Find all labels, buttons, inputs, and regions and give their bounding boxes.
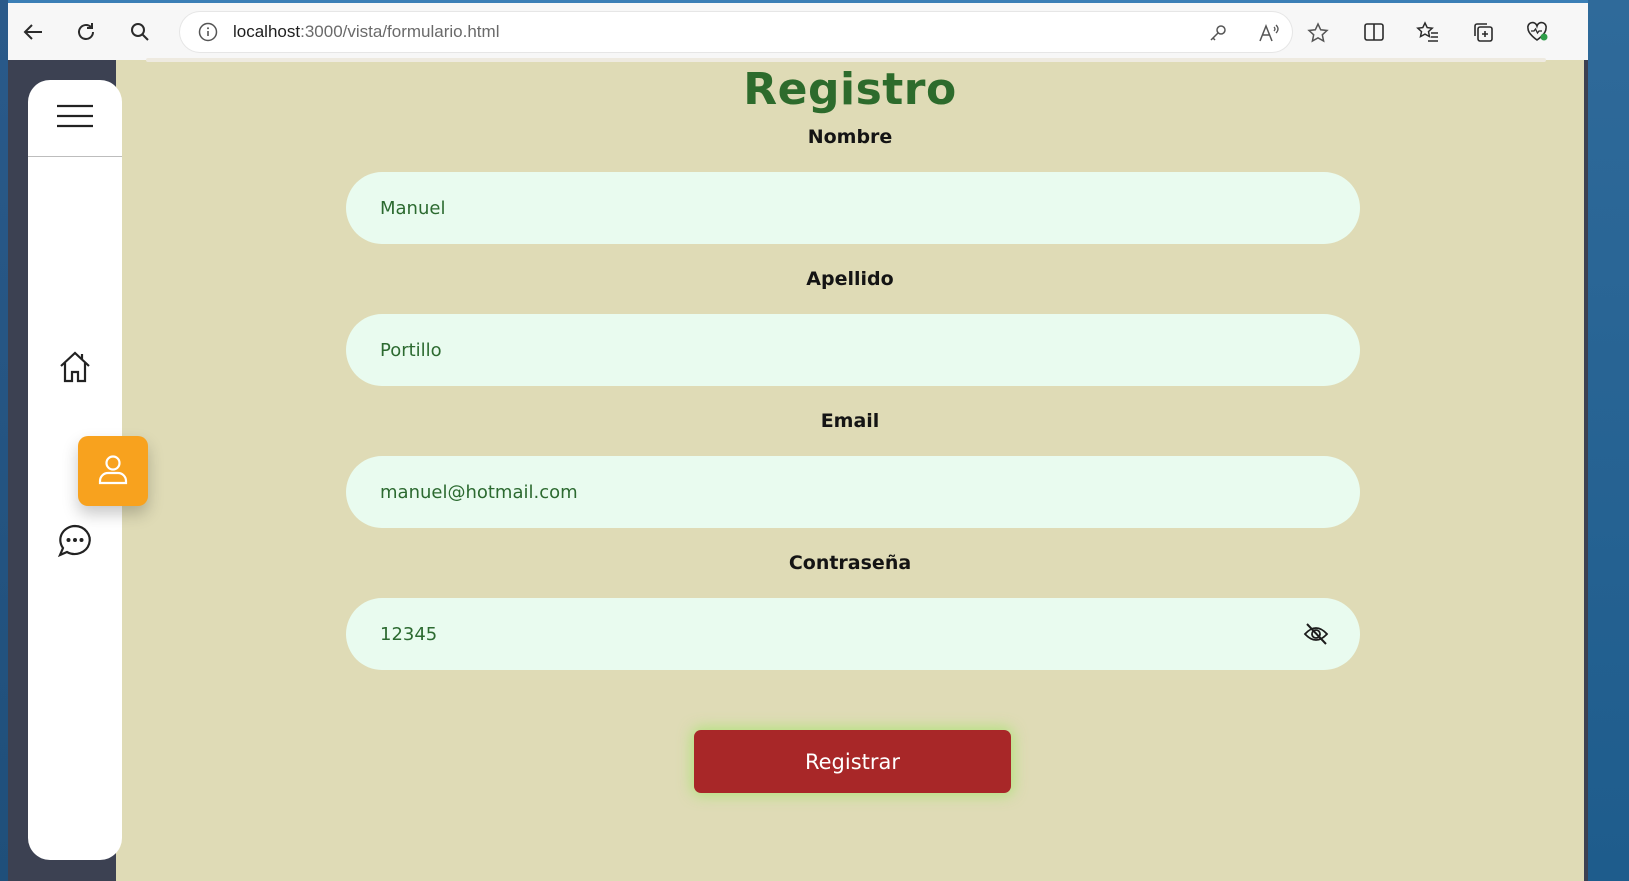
password-input[interactable]	[380, 598, 1280, 670]
email-input[interactable]	[380, 456, 1280, 528]
read-aloud-icon[interactable]	[1257, 21, 1281, 45]
desktop-edge-left	[0, 0, 8, 881]
page-viewport: Registro Nombre Apellido Email Contraseñ…	[8, 58, 1588, 881]
favorite-star-icon[interactable]	[1306, 21, 1330, 45]
field-label-contrasena: Contraseña	[788, 552, 912, 574]
sidebar-item-profile[interactable]	[78, 436, 148, 506]
apellido-field[interactable]	[346, 314, 1360, 386]
url-path: :3000/vista/formulario.html	[300, 22, 500, 41]
chat-icon[interactable]	[56, 522, 94, 560]
desktop-edge-right	[1588, 0, 1629, 881]
nombre-field[interactable]	[346, 172, 1360, 244]
eye-off-icon[interactable]	[1302, 620, 1330, 648]
browser-essentials-icon[interactable]	[1522, 17, 1552, 47]
email-field[interactable]	[346, 456, 1360, 528]
apellido-input[interactable]	[380, 314, 1280, 386]
browser-toolbar: localhost:3000/vista/formulario.html	[8, 0, 1588, 60]
home-icon[interactable]	[56, 348, 94, 386]
page-title: Registro	[743, 64, 957, 115]
field-label-apellido: Apellido	[806, 268, 894, 290]
collections-icon[interactable]	[1468, 17, 1498, 47]
field-label-email: Email	[820, 410, 880, 432]
field-label-nombre: Nombre	[807, 126, 893, 148]
reload-icon[interactable]	[71, 17, 101, 47]
menu-toggle[interactable]	[28, 80, 122, 157]
search-icon[interactable]	[125, 17, 155, 47]
url-host: localhost	[233, 22, 301, 41]
favorites-icon[interactable]	[1413, 17, 1443, 47]
registrar-button[interactable]: Registrar	[694, 730, 1011, 793]
site-info-icon[interactable]	[198, 22, 218, 42]
split-screen-icon[interactable]	[1359, 17, 1389, 47]
page-content: Registro Nombre Apellido Email Contraseñ…	[116, 58, 1584, 881]
hamburger-menu-icon[interactable]	[55, 103, 95, 133]
browser-window: localhost:3000/vista/formulario.html Reg…	[8, 0, 1588, 881]
key-icon[interactable]	[1206, 21, 1230, 45]
nombre-input[interactable]	[380, 172, 1280, 244]
url-text[interactable]: localhost:3000/vista/formulario.html	[233, 22, 499, 42]
password-field[interactable]	[346, 598, 1360, 670]
page-top-border	[146, 58, 1546, 62]
user-icon	[96, 452, 130, 490]
back-icon[interactable]	[18, 17, 48, 47]
address-bar[interactable]: localhost:3000/vista/formulario.html	[180, 12, 1329, 52]
